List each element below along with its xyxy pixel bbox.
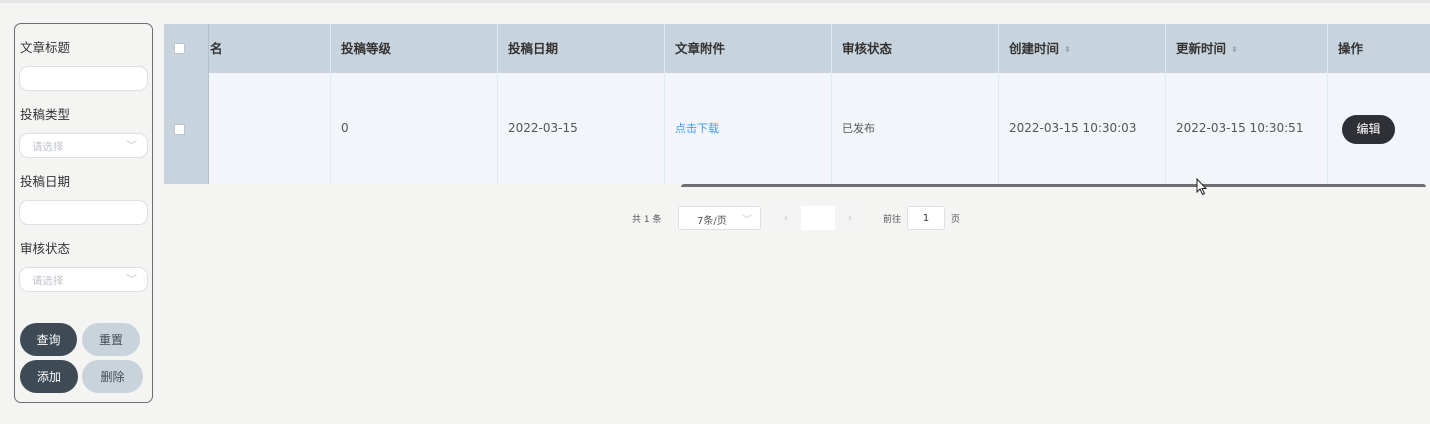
row-checkbox[interactable] xyxy=(174,124,185,135)
sort-caret-icon[interactable]: ⬍ xyxy=(1064,25,1071,74)
header-checkbox-cell xyxy=(164,24,208,73)
type-filter-label: 投稿类型 xyxy=(20,107,71,122)
edit-button[interactable]: 编辑 xyxy=(1342,115,1395,144)
prev-page-button[interactable]: ‹ xyxy=(773,206,799,230)
column-status: 审核状态 xyxy=(832,24,999,73)
chevron-down-icon: ﹀ xyxy=(126,139,137,152)
column-updated-label: 更新时间 xyxy=(1176,41,1227,56)
goto-prefix: 前往 xyxy=(883,215,902,225)
cell-updated: 2022-03-15 10:30:51 xyxy=(1166,73,1328,184)
horizontal-scrollbar[interactable] xyxy=(681,184,1426,187)
date-filter-label: 投稿日期 xyxy=(20,174,71,189)
status-filter-label: 审核状态 xyxy=(20,241,71,256)
fixed-column-divider xyxy=(208,24,209,184)
table-header: 名 投稿等级 投稿日期 文章附件 审核状态 创建时间 ⬍ 更新时间 ⬍ 操作 xyxy=(164,24,1430,73)
next-page-button[interactable]: › xyxy=(837,206,863,230)
page-size-value: 7条/页 xyxy=(697,216,727,227)
status-filter-select[interactable]: 请选择 ﹀ xyxy=(19,267,148,292)
chevron-left-icon: ‹ xyxy=(783,211,789,224)
cell-name xyxy=(208,73,331,184)
query-button[interactable]: 查询 xyxy=(20,323,77,356)
cell-created: 2022-03-15 10:30:03 xyxy=(999,73,1166,184)
chevron-right-icon: › xyxy=(847,211,853,224)
cell-date: 2022-03-15 xyxy=(498,73,665,184)
page-size-select[interactable]: 7条/页 ﹀ xyxy=(678,206,761,230)
reset-button[interactable]: 重置 xyxy=(82,323,140,356)
status-filter-placeholder: 请选择 xyxy=(32,275,64,287)
select-all-checkbox[interactable] xyxy=(174,43,185,54)
mouse-cursor-icon xyxy=(1196,178,1208,196)
title-filter-label: 文章标题 xyxy=(20,40,71,55)
chevron-down-icon: ﹀ xyxy=(742,215,752,226)
download-link[interactable]: 点击下载 xyxy=(675,122,719,135)
type-filter-placeholder: 请选择 xyxy=(32,141,64,153)
column-date: 投稿日期 xyxy=(498,24,665,73)
current-page[interactable] xyxy=(801,206,835,230)
chevron-down-icon: ﹀ xyxy=(126,273,137,286)
title-filter-input[interactable] xyxy=(19,66,148,91)
add-button[interactable]: 添加 xyxy=(20,360,78,393)
goto-suffix: 页 xyxy=(951,215,961,225)
article-table: 名 投稿等级 投稿日期 文章附件 审核状态 创建时间 ⬍ 更新时间 ⬍ 操作 0 2… xyxy=(164,24,1430,187)
column-attachment: 文章附件 xyxy=(665,24,832,73)
cell-level: 0 xyxy=(331,73,498,184)
row-checkbox-cell xyxy=(164,73,208,184)
column-created-label: 创建时间 xyxy=(1009,41,1060,56)
column-level: 投稿等级 xyxy=(331,24,498,73)
table-row: 0 2022-03-15 点击下载 已发布 2022-03-15 10:30:0… xyxy=(164,73,1430,184)
delete-button[interactable]: 删除 xyxy=(82,360,143,393)
goto-page-input[interactable] xyxy=(907,206,945,230)
column-updated[interactable]: 更新时间 ⬍ xyxy=(1166,24,1328,73)
type-filter-select[interactable]: 请选择 ﹀ xyxy=(19,133,148,158)
cell-status: 已发布 xyxy=(832,73,999,184)
column-created[interactable]: 创建时间 ⬍ xyxy=(999,24,1166,73)
date-filter-input[interactable] xyxy=(19,200,148,225)
sort-caret-icon[interactable]: ⬍ xyxy=(1231,25,1238,74)
column-name: 名 xyxy=(208,24,331,73)
column-actions: 操作 xyxy=(1338,41,1364,56)
search-panel: 文章标题 投稿类型 请选择 ﹀ 投稿日期 审核状态 请选择 ﹀ 查询 重置 添加… xyxy=(14,23,153,403)
pagination-total: 共 1 条 xyxy=(632,215,662,225)
top-divider xyxy=(0,0,1430,3)
cell-attachment: 点击下载 xyxy=(665,73,832,184)
